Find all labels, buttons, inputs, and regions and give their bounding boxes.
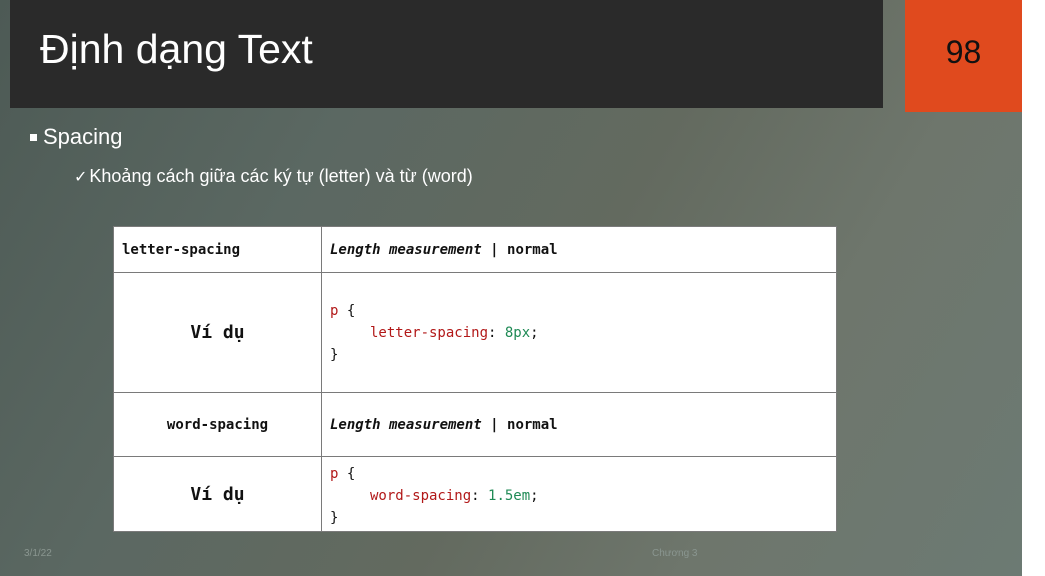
table-row-example-letter: Ví dụ p { letter-spacing: 8px; }: [113, 272, 837, 393]
code-line-decl: letter-spacing: 8px;: [330, 322, 828, 344]
code-property: word-spacing: [370, 488, 472, 504]
code-line-close: }: [330, 346, 339, 363]
value-italic: Length measurement: [330, 241, 482, 258]
table-row-word-spacing: word-spacing Length measurement | normal: [113, 392, 837, 457]
value-normal: normal: [507, 241, 558, 258]
code-example: p { word-spacing: 1.5em; }: [321, 456, 837, 532]
code-value: 1.5em: [488, 488, 531, 504]
property-values: Length measurement | normal: [321, 226, 837, 273]
property-values: Length measurement | normal: [321, 392, 837, 457]
code-line-open: p {: [330, 300, 828, 322]
page-number: 98: [945, 34, 982, 70]
table-row-example-word: Ví dụ p { word-spacing: 1.5em; }: [113, 456, 837, 532]
code-brace-open: {: [338, 302, 356, 319]
title-bar: Định dạng Text: [10, 0, 883, 108]
code-line-decl: word-spacing: 1.5em;: [330, 485, 828, 507]
property-name: letter-spacing: [113, 226, 322, 273]
value-italic: Length measurement: [330, 416, 482, 433]
value-normal: normal: [507, 416, 558, 433]
code-example: p { letter-spacing: 8px; }: [321, 272, 837, 393]
property-name: word-spacing: [113, 392, 322, 457]
square-bullet-icon: [30, 133, 37, 141]
code-line-close: }: [330, 510, 339, 526]
bullet-spacing: Spacing: [30, 124, 123, 150]
value-separator: |: [481, 416, 508, 433]
footer-date: 3/1/22: [24, 548, 52, 559]
table-row-letter-spacing: letter-spacing Length measurement | norm…: [113, 226, 837, 273]
sub-bullet-text: Khoảng cách giữa các ký tự (letter) và t…: [89, 166, 473, 186]
code-line-open: p {: [330, 463, 828, 485]
code-value: 8px: [504, 324, 531, 341]
sub-bullet: ✓ Khoảng cách giữa các ký tự (letter) và…: [74, 166, 473, 187]
page-number-box: 98: [905, 0, 1022, 112]
slide: Định dạng Text 98 Spacing ✓ Khoảng cách …: [0, 0, 1022, 576]
code-colon: :: [471, 488, 489, 504]
example-label: Ví dụ: [113, 272, 322, 393]
code-colon: :: [488, 324, 505, 341]
example-label: Ví dụ: [113, 456, 322, 532]
checkmark-icon: ✓: [74, 167, 88, 186]
value-separator: |: [481, 241, 508, 258]
slide-title: Định dạng Text: [40, 26, 313, 72]
footer-chapter: Chương 3: [652, 548, 698, 559]
code-property: letter-spacing: [370, 324, 489, 341]
bullet-text: Spacing: [43, 124, 123, 149]
code-semicolon: ;: [530, 488, 539, 504]
css-property-table: letter-spacing Length measurement | norm…: [113, 226, 837, 532]
code-semicolon: ;: [530, 324, 539, 341]
code-brace-open: {: [338, 466, 356, 482]
